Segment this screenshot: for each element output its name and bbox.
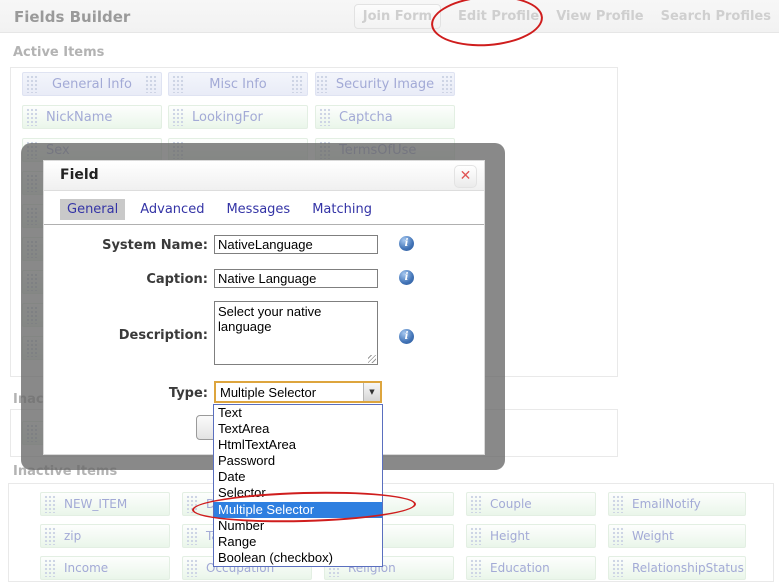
dropdown-option[interactable]: Selector [214,485,382,501]
dropdown-arrow-button[interactable]: ▼ [363,383,380,401]
dialog-titlebar[interactable]: Field [44,161,484,191]
drag-handle-icon[interactable] [26,75,39,93]
drag-handle-icon[interactable] [612,559,625,577]
dialog-tabs: General Advanced Messages Matching [60,199,379,220]
drag-handle-icon[interactable] [172,75,185,93]
info-icon[interactable]: i [399,236,414,251]
drag-handle-icon[interactable] [291,75,304,93]
field-item-label: Education [486,561,554,575]
system-name-input[interactable] [214,235,378,254]
field-item-misc-info[interactable]: Misc Info [168,72,308,96]
page-title: Fields Builder [14,8,130,26]
type-label: Type: [44,386,208,401]
tab-advanced[interactable]: Advanced [133,199,211,220]
field-item-zip[interactable]: zip [40,524,170,548]
app-header: Fields Builder Join Form Edit Profile Vi… [0,0,779,33]
dropdown-option[interactable]: Boolean (checkbox) [214,550,382,566]
active-items-title: Active Items [13,45,104,60]
caption-input[interactable] [214,269,378,288]
field-item-general-info[interactable]: General Info [22,72,162,96]
field-item-education[interactable]: Education [466,556,596,580]
drag-handle-icon[interactable] [44,527,57,545]
close-icon: ✕ [460,168,472,184]
info-glyph: i [405,331,409,342]
field-item-label: Misc Info [188,77,288,92]
dropdown-option[interactable]: TextArea [214,421,382,437]
drag-handle-icon[interactable] [186,559,199,577]
field-item-label: Couple [486,497,536,511]
drag-handle-icon[interactable] [145,75,158,93]
drag-handle-icon[interactable] [470,527,483,545]
drag-handle-icon[interactable] [44,559,57,577]
page: Fields Builder Join Form Edit Profile Vi… [0,0,779,582]
system-name-label: System Name: [44,238,208,253]
type-select[interactable]: Multiple Selector ▼ [214,381,382,403]
dropdown-option[interactable]: HtmlTextArea [214,437,382,453]
dropdown-option[interactable]: Number [214,518,382,534]
drag-handle-icon[interactable] [172,108,185,126]
chevron-down-icon: ▼ [369,388,374,396]
tabs-divider [44,224,484,225]
dropdown-option-selected[interactable]: Multiple Selector [214,502,382,518]
caption-label: Caption: [44,272,208,287]
field-item-label: Weight [628,529,678,543]
field-item-label: zip [60,529,85,543]
field-item-label: RelationshipStatus [628,561,748,575]
type-select-value: Multiple Selector [216,385,363,400]
field-item-new-item[interactable]: NEW_ITEM [40,492,170,516]
description-label: Description: [44,328,208,343]
field-item-emailnotify[interactable]: EmailNotify [608,492,746,516]
field-item-label: LookingFor [188,110,267,125]
field-item-income[interactable]: Income [40,556,170,580]
field-item-label: General Info [42,77,142,92]
field-item-height[interactable]: Height [466,524,596,548]
close-button[interactable]: ✕ [454,165,477,188]
tab-matching[interactable]: Matching [305,199,379,220]
field-item-label: Security Image [332,77,438,92]
drag-handle-icon[interactable] [612,527,625,545]
dropdown-option[interactable]: Date [214,469,382,485]
field-item-relationshipstatus[interactable]: RelationshipStatus [608,556,746,580]
resize-grip-icon[interactable] [368,355,376,363]
info-glyph: i [405,272,409,283]
tab-general[interactable]: General [60,199,125,220]
drag-handle-icon[interactable] [441,75,454,93]
nav-view-profile[interactable]: View Profile [556,9,643,24]
drag-handle-icon[interactable] [44,495,57,513]
field-item-label: EmailNotify [628,497,705,511]
info-icon[interactable]: i [399,270,414,285]
tab-messages[interactable]: Messages [219,199,297,220]
info-icon[interactable]: i [399,329,414,344]
drag-handle-icon[interactable] [612,495,625,513]
drag-handle-icon[interactable] [319,108,332,126]
field-item-nickname[interactable]: NickName [22,105,162,129]
field-item-weight[interactable]: Weight [608,524,746,548]
field-item-lookingfor[interactable]: LookingFor [168,105,308,129]
dropdown-option[interactable]: Range [214,534,382,550]
info-glyph: i [405,238,409,249]
drag-handle-icon[interactable] [470,559,483,577]
field-item-label: Income [60,561,112,575]
drag-handle-icon[interactable] [26,108,39,126]
nav-join-form[interactable]: Join Form [354,4,441,29]
drag-handle-icon[interactable] [186,527,199,545]
nav-search-profiles[interactable]: Search Profiles [661,9,771,24]
nav-edit-profile[interactable]: Edit Profile [458,9,539,24]
field-item-captcha[interactable]: Captcha [315,105,455,129]
field-item-label: NickName [42,110,116,125]
type-dropdown-list: Text TextArea HtmlTextArea Password Date… [213,404,383,567]
field-item-label: NEW_ITEM [60,497,131,511]
description-textarea[interactable]: Select your native language [214,301,378,365]
dropdown-option[interactable]: Text [214,405,382,421]
field-item-label: Height [486,529,534,543]
field-item-label: Captcha [335,110,397,125]
dialog-title: Field [60,167,99,183]
dropdown-option[interactable]: Password [214,453,382,469]
field-item-security-image[interactable]: Security Image [315,72,455,96]
drag-handle-icon[interactable] [470,495,483,513]
top-nav: Join Form Edit Profile View Profile Sear… [354,0,771,33]
drag-handle-icon[interactable] [186,495,199,513]
field-item-couple[interactable]: Couple [466,492,596,516]
drag-handle-icon[interactable] [316,75,329,93]
